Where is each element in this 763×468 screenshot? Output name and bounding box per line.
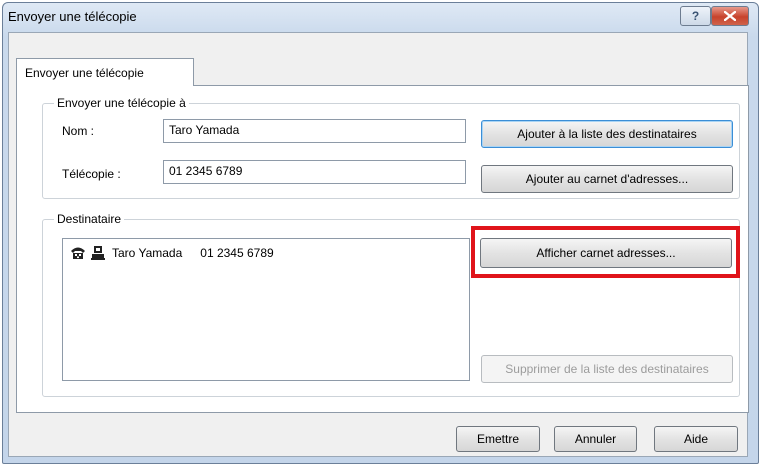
fax-icon [71, 247, 85, 259]
help-button[interactable]: Aide [654, 426, 738, 452]
question-icon: ? [691, 9, 700, 23]
recipient-name: Taro Yamada [112, 246, 183, 260]
send-button[interactable]: Emettre [456, 426, 540, 452]
tab-envoyer-telecopie[interactable]: Envoyer une télécopie [16, 58, 194, 86]
fax-label: Télécopie : [62, 167, 121, 181]
send-to-group-label: Envoyer une télécopie à [54, 96, 189, 110]
add-to-recipient-list-button[interactable]: Ajouter à la liste des destinataires [481, 120, 733, 148]
recipient-list[interactable]: Taro Yamada 01 2345 6789 [62, 238, 470, 381]
name-field[interactable]: Taro Yamada [163, 119, 466, 143]
person-icon [91, 246, 105, 260]
recipient-list-item[interactable]: Taro Yamada 01 2345 6789 [69, 245, 274, 261]
remove-from-list-button[interactable]: Supprimer de la liste des destinataires [481, 355, 733, 383]
cancel-button[interactable]: Annuler [554, 426, 637, 452]
fax-field[interactable]: 01 2345 6789 [163, 160, 466, 184]
recipient-group-label: Destinataire [54, 212, 125, 226]
help-title-button[interactable]: ? [680, 6, 711, 26]
highlight-box [471, 226, 740, 278]
name-label: Nom : [62, 124, 95, 138]
close-button[interactable] [711, 6, 749, 26]
close-icon [724, 11, 736, 21]
add-to-address-book-button[interactable]: Ajouter au carnet d'adresses... [481, 165, 733, 193]
window-title: Envoyer une télécopie [8, 9, 137, 24]
recipient-fax: 01 2345 6789 [200, 246, 274, 260]
